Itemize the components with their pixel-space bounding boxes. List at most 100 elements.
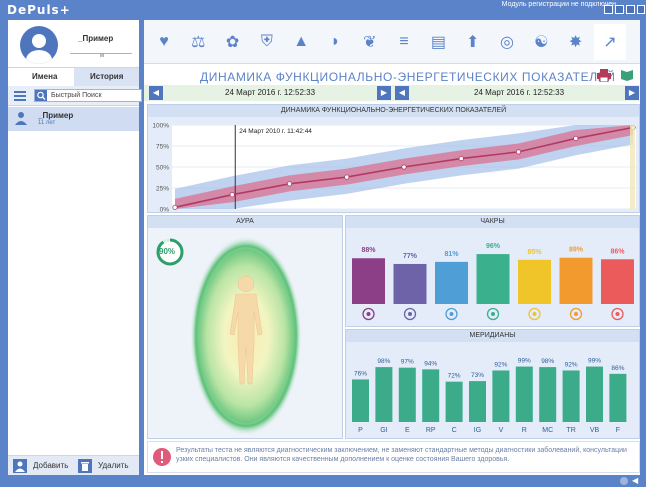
date-right[interactable]: 24 Март 2016 г. 12:52:33 xyxy=(474,88,564,97)
delete-button[interactable]: Удалить xyxy=(98,461,129,470)
meridian-bar xyxy=(562,370,580,422)
list-item[interactable]: _Пример 11 лет xyxy=(8,107,139,131)
tab-history[interactable]: История xyxy=(90,72,123,81)
meridian-value-label: 94% xyxy=(424,360,437,367)
list-item-name: _Пример xyxy=(38,111,74,120)
date-left-prev-button[interactable]: ◀ xyxy=(149,86,163,100)
aura-title: АУРА xyxy=(148,216,342,228)
person-icon xyxy=(15,112,27,125)
meridian-bar xyxy=(422,369,440,422)
list-menu-icon[interactable] xyxy=(14,91,26,101)
meridian-value-label: 92% xyxy=(565,361,578,368)
trash-icon[interactable] xyxy=(78,459,92,473)
meridian-bar xyxy=(539,367,557,422)
liver-icon[interactable]: ◗ xyxy=(320,24,352,60)
date-right-next-button[interactable]: ▶ xyxy=(625,86,639,100)
chakra-value-label: 77% xyxy=(403,253,418,260)
disclaimer-text: Результаты теста не являются диагностиче… xyxy=(176,447,627,463)
alert-icon xyxy=(153,448,171,466)
energy-icon[interactable]: ⬆ xyxy=(457,24,489,60)
data-point xyxy=(515,149,522,155)
dynamics-chart-title: ДИНАМИКА ФУНКЦИОНАЛЬНО-ЭНЕРГЕТИЧЕСКИХ ПО… xyxy=(148,105,639,117)
print-icon[interactable] xyxy=(597,69,611,82)
data-point xyxy=(229,192,235,198)
y-tick-label: 0% xyxy=(160,207,170,214)
meridian-bar xyxy=(375,367,393,422)
profile-subtitle: м xyxy=(100,53,105,59)
frame-left xyxy=(0,20,8,475)
aura-percent: 90% xyxy=(159,247,176,256)
date-right-prev-button[interactable]: ◀ xyxy=(395,86,409,100)
ecg-icon[interactable]: ▤ xyxy=(422,24,454,60)
maximize-button[interactable] xyxy=(626,5,635,14)
close-button[interactable] xyxy=(637,5,645,14)
lungs-icon[interactable]: ❦ xyxy=(354,24,386,60)
chakra-bar xyxy=(476,254,510,304)
chakra-symbol-dot xyxy=(408,312,412,316)
chakra-symbol-dot xyxy=(615,312,620,316)
chakra-value-label: 88% xyxy=(361,247,376,254)
chakra-bar xyxy=(559,257,593,304)
page-title: ДИНАМИКА ФУНКЦИОНАЛЬНО-ЭНЕРГЕТИЧЕСКИХ ПО… xyxy=(200,70,616,84)
search-input[interactable]: Быстрый Поиск xyxy=(34,89,142,102)
spine-icon[interactable]: ≡ xyxy=(388,24,420,60)
meridian-value-label: 99% xyxy=(588,358,601,365)
heart-rate-icon[interactable]: ♥ xyxy=(148,24,180,60)
sidebar-footer: Добавить Удалить xyxy=(8,455,139,475)
meridian-category-label: E xyxy=(405,427,410,434)
chakra-bar xyxy=(393,263,427,304)
profile-card: _Пример м xyxy=(8,20,139,68)
chakras-bar-chart: 88% 77% 81% 96% 85% 89% 86% xyxy=(352,243,634,321)
y-tick-label: 100% xyxy=(152,123,169,130)
avatar xyxy=(20,26,58,64)
data-point xyxy=(172,204,178,210)
star-chakra-icon[interactable]: ✸ xyxy=(560,24,592,60)
disclaimer-box: Результаты теста не являются диагностиче… xyxy=(147,441,640,473)
brain-icon[interactable]: ✿ xyxy=(217,24,249,60)
date-left-next-button[interactable]: ▶ xyxy=(377,86,391,100)
date-marker-label: 24 Март 2010 г. 11:42:44 xyxy=(239,128,312,135)
meridian-value-label: 97% xyxy=(401,359,414,366)
list-item-age: 11 лет xyxy=(38,120,56,126)
data-point xyxy=(401,164,407,170)
shield-icon[interactable]: ⛨ xyxy=(251,24,283,60)
chakra-value-label: 86% xyxy=(610,248,625,255)
meridian-bar xyxy=(469,381,486,422)
chakra-value-label: 89% xyxy=(569,247,584,254)
add-button[interactable]: Добавить xyxy=(33,461,68,470)
aura-panel: АУРА 90% xyxy=(147,215,343,439)
pyramid-icon[interactable]: ▲ xyxy=(285,24,317,60)
meridian-value-label: 73% xyxy=(471,372,484,379)
add-user-icon[interactable] xyxy=(13,459,27,473)
meridian-value-label: 72% xyxy=(448,373,461,380)
chakra-symbol-dot xyxy=(449,312,454,316)
meridian-category-label: R xyxy=(522,427,527,434)
meridian-category-label: V xyxy=(499,427,504,434)
chakra-bar xyxy=(601,259,634,304)
yin-yang-icon[interactable]: ☯ xyxy=(525,24,557,60)
aura-circle-icon[interactable]: ◎ xyxy=(491,24,523,60)
sound-icon[interactable]: ◀ xyxy=(632,476,638,485)
meridian-bar xyxy=(515,366,533,422)
meridian-category-label: MC xyxy=(542,427,553,434)
chakra-value-label: 85% xyxy=(527,249,542,256)
frame-right xyxy=(640,20,646,475)
chakra-symbol-dot xyxy=(366,312,371,316)
meridian-category-label: F xyxy=(616,427,620,434)
meridian-bar xyxy=(609,373,627,422)
book-icon[interactable] xyxy=(620,69,634,81)
date-left[interactable]: 24 Март 2016 г. 12:52:33 xyxy=(225,88,315,97)
connection-icon xyxy=(620,477,628,485)
chakras-title: ЧАКРЫ xyxy=(346,216,639,228)
user-icon xyxy=(26,34,52,64)
meridian-category-label: VB xyxy=(590,427,600,434)
data-point xyxy=(573,135,579,142)
meridian-bar xyxy=(445,381,463,422)
meridian-category-label: C xyxy=(452,427,457,434)
y-tick-label: 50% xyxy=(156,165,169,172)
trend-chart-icon[interactable]: ↗ xyxy=(593,24,626,60)
minimize-button[interactable] xyxy=(615,5,624,14)
chakra-value-label: 81% xyxy=(444,251,459,258)
balance-icon[interactable]: ⚖ xyxy=(182,24,214,60)
chakra-symbol-dot xyxy=(574,312,578,316)
